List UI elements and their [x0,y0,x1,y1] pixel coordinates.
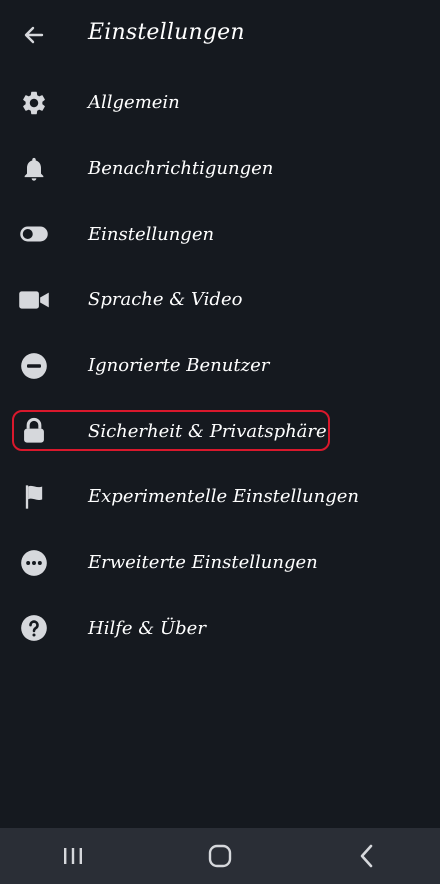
menu-item-label: Hilfe & Über [88,617,206,639]
more-circle-icon [18,547,50,579]
settings-menu: Allgemein Benachrichtigungen Einstellung… [0,70,440,661]
back-nav-button[interactable] [337,836,397,876]
menu-item-label: Erweiterte Einstellungen [88,552,318,574]
menu-item-label: Allgemein [88,92,180,114]
recent-apps-button[interactable] [43,836,103,876]
video-camera-icon [18,284,50,316]
menu-item-sicherheit-privatsphaere[interactable]: Sicherheit & Privatsphäre [0,398,440,464]
menu-item-label: Experimentelle Einstellungen [88,486,359,508]
gear-icon [18,87,50,119]
toggle-icon [18,218,50,250]
back-chevron-icon [360,844,372,868]
home-button[interactable] [190,836,250,876]
menu-item-hilfe-ueber[interactable]: Hilfe & Über [0,596,440,662]
menu-item-sprache-video[interactable]: Sprache & Video [0,267,440,333]
menu-item-ignorierte-benutzer[interactable]: Ignorierte Benutzer [0,333,440,399]
bell-icon [18,153,50,185]
flag-icon [18,481,50,513]
menu-item-label: Ignorierte Benutzer [88,355,270,377]
lock-icon [18,415,50,447]
system-nav-bar [0,828,440,884]
minus-circle-icon [18,350,50,382]
menu-item-label: Benachrichtigungen [88,158,274,180]
recent-apps-icon [64,848,83,864]
top-bar: Einstellungen [0,0,440,70]
menu-item-label: Einstellungen [88,223,215,245]
help-circle-icon [18,612,50,644]
back-button[interactable] [14,18,54,52]
menu-item-allgemein[interactable]: Allgemein [0,70,440,136]
menu-item-einstellungen[interactable]: Einstellungen [0,201,440,267]
menu-item-erweiterte-einstellungen[interactable]: Erweiterte Einstellungen [0,530,440,596]
menu-item-label: Sicherheit & Privatsphäre [88,420,327,442]
menu-item-experimentelle-einstellungen[interactable]: Experimentelle Einstellungen [0,464,440,530]
menu-item-label: Sprache & Video [88,289,243,311]
menu-item-benachrichtigungen[interactable]: Benachrichtigungen [0,136,440,202]
arrow-left-icon [24,26,44,44]
home-icon [208,844,232,868]
page-title: Einstellungen [88,20,245,45]
